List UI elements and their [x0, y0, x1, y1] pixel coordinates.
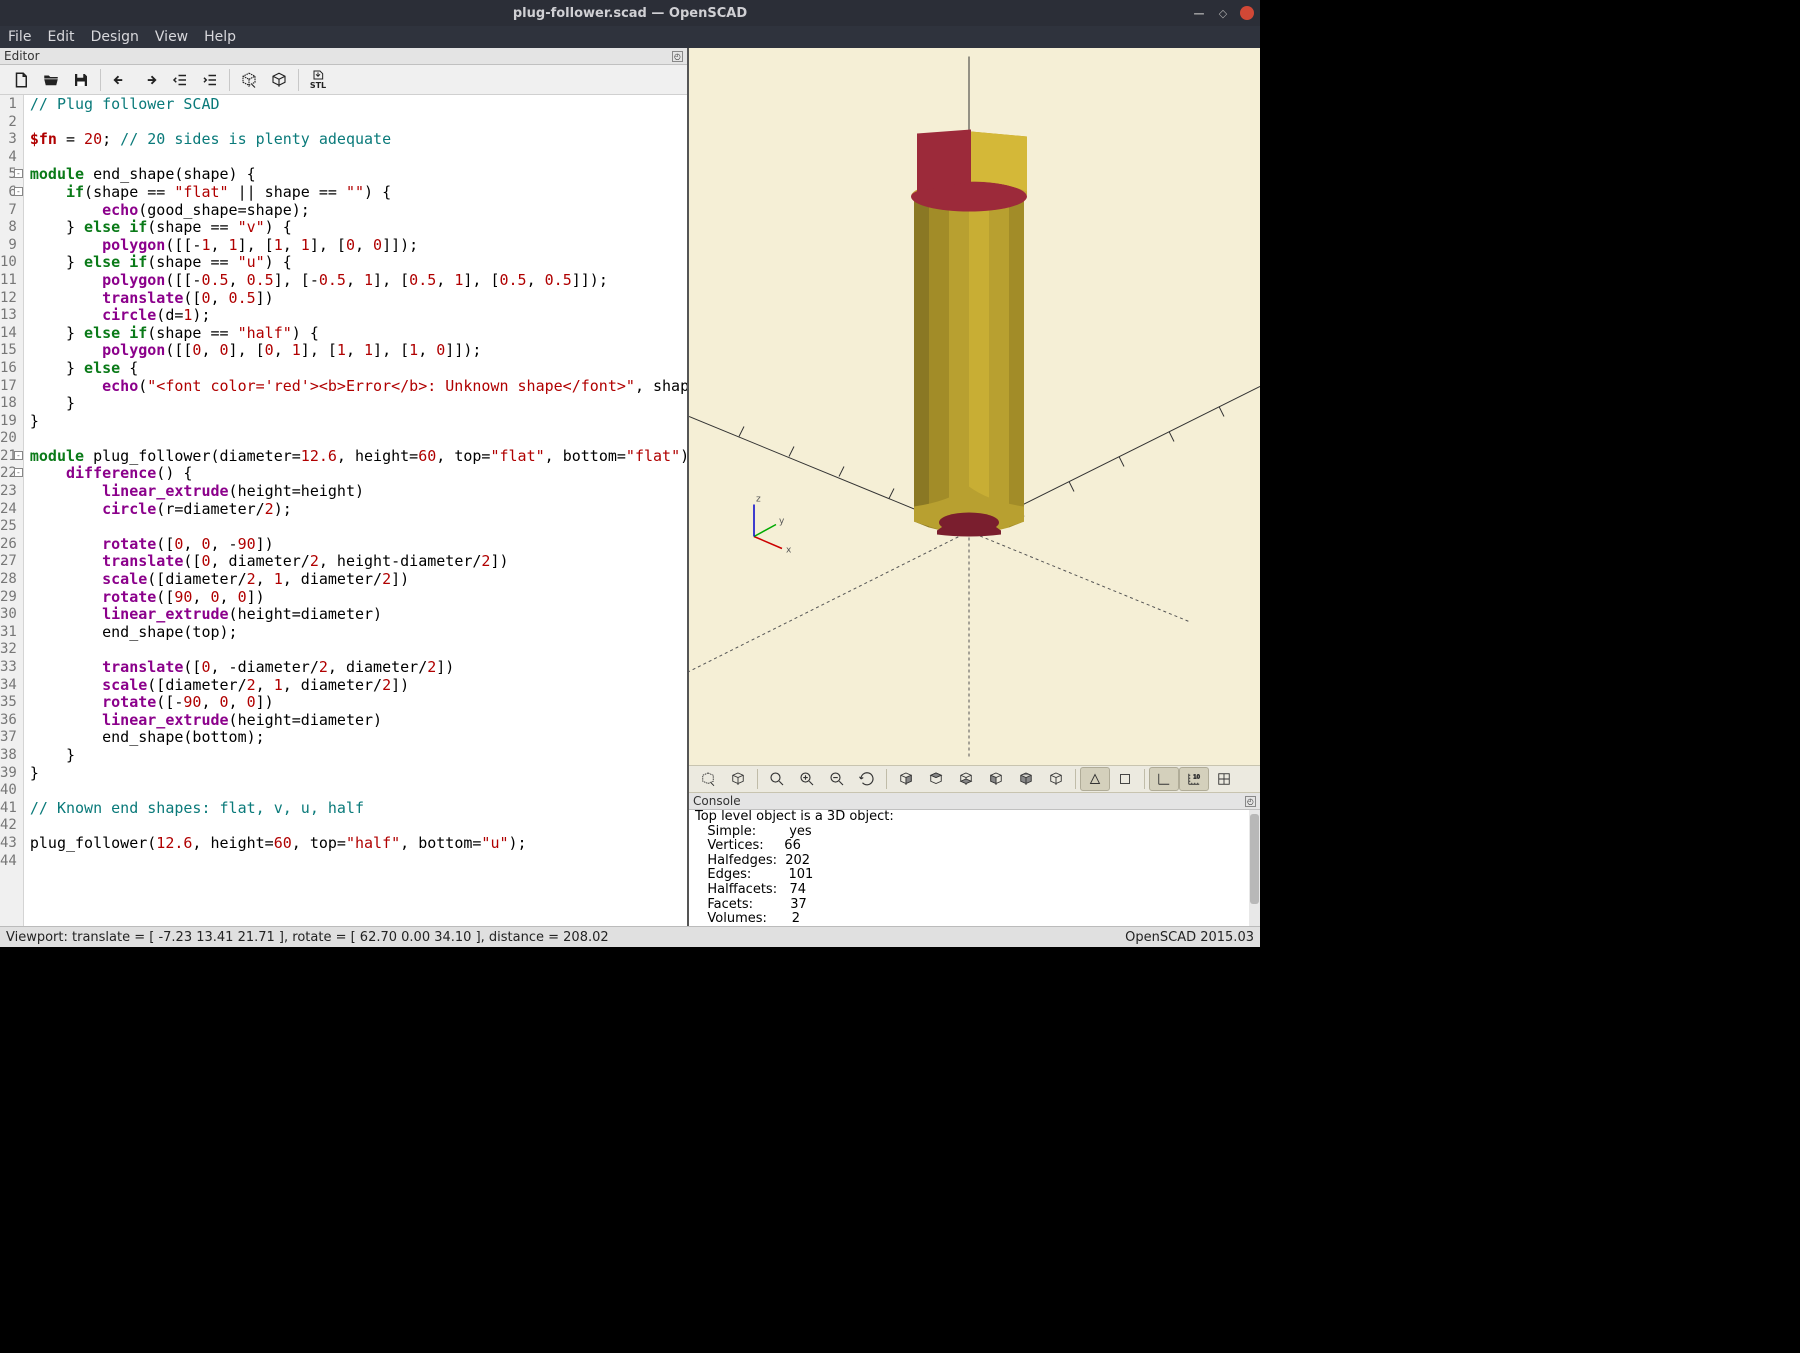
redo-button[interactable] — [135, 67, 165, 93]
menubar: File Edit Design View Help — [0, 26, 1260, 48]
menu-view[interactable]: View — [155, 29, 188, 45]
vt-axes-button[interactable] — [1149, 767, 1179, 791]
editor-toolbar: STL — [0, 65, 687, 95]
menu-file[interactable]: File — [8, 29, 31, 45]
maximize-icon[interactable]: ◇ — [1216, 6, 1230, 20]
minimize-icon[interactable]: — — [1192, 6, 1206, 20]
status-viewport-text: Viewport: translate = [ -7.23 13.41 21.7… — [6, 930, 609, 945]
console-panel: Console ◴ Top level object is a 3D objec… — [689, 793, 1260, 926]
vt-scale-button[interactable]: 10 — [1179, 767, 1209, 791]
editor-panel: Editor ◴ STL 12345-6-7891011121314151617… — [0, 48, 689, 926]
undo-button[interactable] — [105, 67, 135, 93]
console-scrollbar[interactable] — [1249, 810, 1260, 926]
new-button[interactable] — [6, 67, 36, 93]
preview-button[interactable] — [234, 67, 264, 93]
svg-text:z: z — [756, 495, 761, 505]
vt-zoomout-button[interactable] — [822, 767, 852, 791]
code-editor[interactable]: 12345-6-789101112131415161718192021-22-2… — [0, 95, 687, 926]
menu-design[interactable]: Design — [91, 29, 139, 45]
statusbar: Viewport: translate = [ -7.23 13.41 21.7… — [0, 926, 1260, 947]
close-icon[interactable] — [1240, 6, 1254, 20]
view-toolbar: 10 — [689, 765, 1260, 793]
vt-back-button[interactable] — [1041, 767, 1071, 791]
render-button[interactable] — [264, 67, 294, 93]
vt-render-button[interactable] — [723, 767, 753, 791]
vt-ortho-button[interactable] — [1110, 767, 1140, 791]
editor-close-icon[interactable]: ◴ — [672, 51, 683, 62]
vt-zoomin-button[interactable] — [792, 767, 822, 791]
vt-reset-button[interactable] — [852, 767, 882, 791]
indent-button[interactable] — [195, 67, 225, 93]
window-title: plug-follower.scad — OpenSCAD — [513, 6, 747, 21]
console-output[interactable]: Top level object is a 3D object: Simple:… — [689, 810, 1260, 926]
vt-perspective-button[interactable] — [1080, 767, 1110, 791]
status-version-text: OpenSCAD 2015.03 — [1125, 930, 1254, 945]
open-button[interactable] — [36, 67, 66, 93]
menu-edit[interactable]: Edit — [47, 29, 74, 45]
editor-panel-title: Editor ◴ — [0, 48, 687, 65]
3d-viewport[interactable]: x y z — [689, 48, 1260, 765]
vt-preview-button[interactable] — [693, 767, 723, 791]
menu-help[interactable]: Help — [204, 29, 236, 45]
vt-viewall-button[interactable] — [762, 767, 792, 791]
vt-top-button[interactable] — [921, 767, 951, 791]
save-button[interactable] — [66, 67, 96, 93]
console-panel-title: Console ◴ — [689, 793, 1260, 810]
svg-text:y: y — [779, 517, 785, 527]
vt-crosshairs-button[interactable] — [1209, 767, 1239, 791]
unindent-button[interactable] — [165, 67, 195, 93]
vt-left-button[interactable] — [981, 767, 1011, 791]
vt-right-button[interactable] — [891, 767, 921, 791]
vt-front-button[interactable] — [1011, 767, 1041, 791]
vt-bottom-button[interactable] — [951, 767, 981, 791]
titlebar: plug-follower.scad — OpenSCAD — ◇ — [0, 0, 1260, 26]
svg-text:10: 10 — [1193, 774, 1200, 780]
export-stl-button[interactable]: STL — [303, 67, 333, 93]
svg-text:x: x — [786, 546, 792, 556]
console-close-icon[interactable]: ◴ — [1245, 796, 1256, 807]
